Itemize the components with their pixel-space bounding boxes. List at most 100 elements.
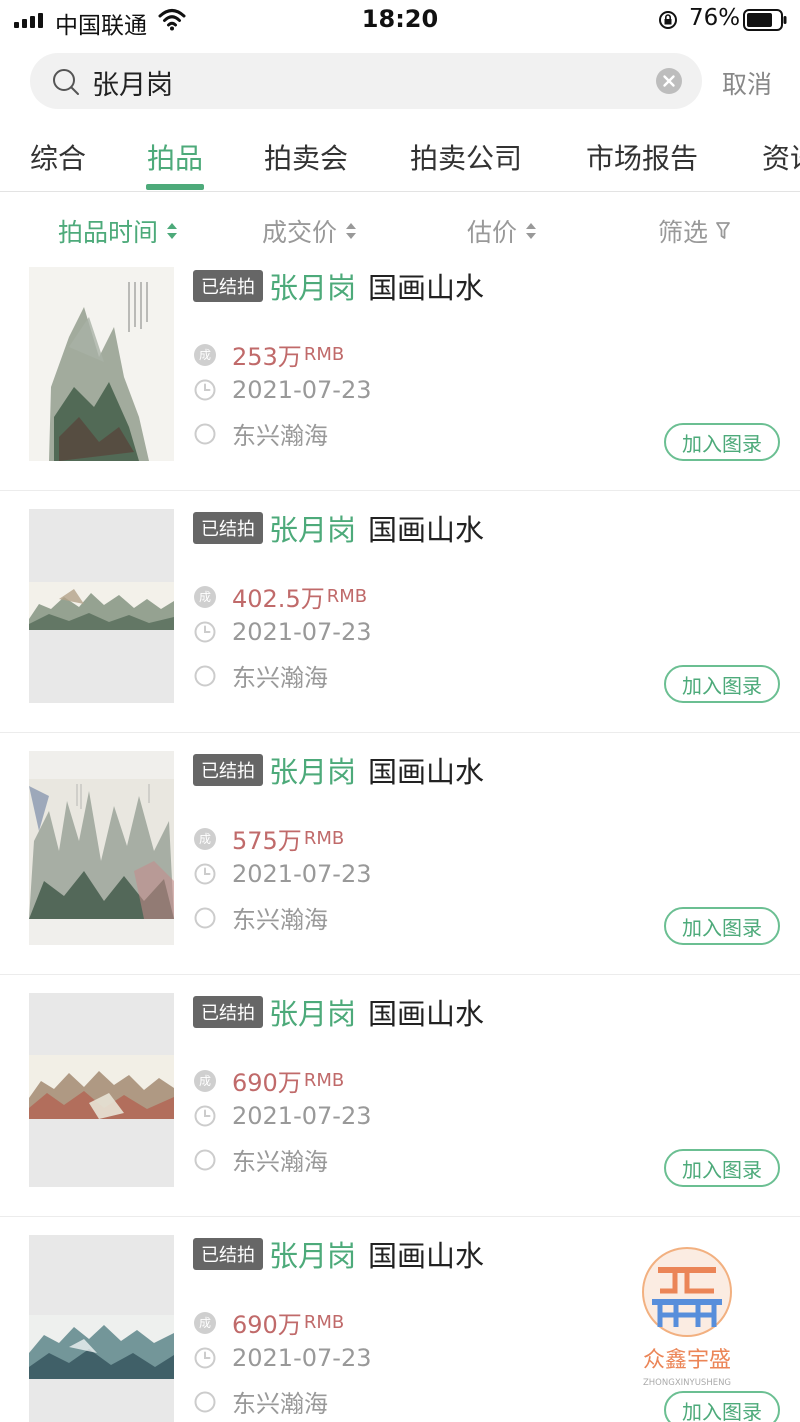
tab-market-reports[interactable]: 市场报告 bbox=[586, 137, 698, 177]
clear-icon[interactable] bbox=[656, 68, 682, 94]
filter-button[interactable]: 筛选 bbox=[658, 213, 730, 249]
sort-time-label: 拍品时间 bbox=[58, 218, 159, 247]
lot-title[interactable]: 已结拍 张月岗 国画山水 bbox=[193, 749, 484, 791]
price-currency: RMB bbox=[326, 586, 368, 607]
watermark-name: 众鑫宇盛 bbox=[643, 1348, 731, 1373]
status-badge: 已结拍 bbox=[193, 996, 263, 1028]
house-name: 东兴瀚海 bbox=[232, 1148, 328, 1176]
tab-lots[interactable]: 拍品 bbox=[147, 137, 203, 177]
price-icon: 成 bbox=[194, 343, 216, 366]
hammer-price: 成 690万 RMB bbox=[194, 1063, 344, 1098]
artist-name: 张月岗 bbox=[269, 513, 357, 547]
add-to-catalog-button[interactable]: 加入图录 bbox=[664, 1391, 780, 1422]
search-input[interactable]: 张月岗 bbox=[92, 63, 173, 102]
price-value: 253万 bbox=[232, 343, 302, 371]
sort-arrows-icon bbox=[167, 223, 178, 239]
sort-price-label: 成交价 bbox=[262, 218, 338, 247]
lot-thumbnail[interactable] bbox=[29, 267, 174, 461]
hammer-price: 成 575万 RMB bbox=[194, 821, 344, 856]
house-name: 东兴瀚海 bbox=[232, 422, 328, 450]
watermark-logo: 众鑫宇盛 ZHONGXINYUSHENG bbox=[642, 1247, 732, 1388]
cancel-button[interactable]: 取消 bbox=[722, 65, 772, 101]
price-currency: RMB bbox=[303, 1070, 345, 1091]
tab-auctions[interactable]: 拍卖会 bbox=[264, 137, 348, 177]
price-currency: RMB bbox=[303, 344, 345, 365]
auction-house: 东兴瀚海 bbox=[194, 416, 328, 451]
sale-date: 2021-07-23 bbox=[194, 618, 371, 646]
price-value: 575万 bbox=[232, 827, 302, 855]
lot-item[interactable]: 已结拍 张月岗 国画山水 成 690万 RMB 2021-07-23 东兴瀚海 … bbox=[0, 975, 800, 1217]
sort-arrows-icon bbox=[346, 223, 357, 239]
sort-arrows-icon bbox=[526, 223, 537, 239]
lot-thumbnail[interactable] bbox=[29, 509, 174, 703]
sort-by-price[interactable]: 成交价 bbox=[262, 213, 357, 249]
sort-by-estimate[interactable]: 估价 bbox=[467, 213, 537, 249]
circle-icon bbox=[194, 907, 216, 928]
sort-estimate-label: 估价 bbox=[467, 218, 518, 247]
lot-item[interactable]: 已结拍 张月岗 国画山水 成 575万 RMB 2021-07-23 东兴瀚海 … bbox=[0, 733, 800, 975]
status-badge: 已结拍 bbox=[193, 754, 263, 786]
date-value: 2021-07-23 bbox=[232, 376, 372, 404]
clock-icon bbox=[194, 1105, 216, 1127]
clock: 18:20 bbox=[361, 5, 439, 33]
tab-auction-houses[interactable]: 拍卖公司 bbox=[410, 137, 522, 177]
battery-percent: 76% bbox=[689, 5, 741, 31]
rotation-lock-icon bbox=[659, 11, 677, 29]
price-icon: 成 bbox=[194, 585, 216, 608]
lot-title[interactable]: 已结拍 张月岗 国画山水 bbox=[193, 265, 484, 307]
filter-icon bbox=[716, 222, 730, 239]
lot-title[interactable]: 已结拍 张月岗 国画山水 bbox=[193, 507, 484, 549]
clock-icon bbox=[194, 379, 216, 401]
lot-item[interactable]: 已结拍 张月岗 国画山水 成 253万 RMB 2021-07-23 东兴瀚海 … bbox=[0, 249, 800, 491]
status-bar: 中国联通 18:20 76% bbox=[0, 0, 800, 40]
lot-title[interactable]: 已结拍 张月岗 国画山水 bbox=[193, 991, 484, 1033]
status-badge: 已结拍 bbox=[193, 512, 263, 544]
date-value: 2021-07-23 bbox=[232, 1344, 372, 1372]
lot-title[interactable]: 已结拍 张月岗 国画山水 bbox=[193, 1233, 484, 1275]
clock-icon bbox=[194, 1347, 216, 1369]
add-to-catalog-button[interactable]: 加入图录 bbox=[664, 907, 780, 945]
lot-item[interactable]: 已结拍 张月岗 国画山水 成 402.5万 RMB 2021-07-23 东兴瀚… bbox=[0, 491, 800, 733]
work-title: 国画山水 bbox=[368, 513, 485, 547]
circle-icon bbox=[194, 423, 216, 444]
price-currency: RMB bbox=[303, 1312, 345, 1333]
work-title: 国画山水 bbox=[368, 755, 485, 789]
work-title: 国画山水 bbox=[368, 997, 485, 1031]
artist-name: 张月岗 bbox=[269, 271, 357, 305]
house-name: 东兴瀚海 bbox=[232, 1390, 328, 1418]
battery-icon bbox=[743, 9, 787, 31]
search-icon bbox=[53, 69, 79, 95]
clock-icon bbox=[194, 863, 216, 885]
lot-thumbnail[interactable] bbox=[29, 751, 174, 945]
search-bar[interactable]: 张月岗 bbox=[30, 53, 702, 109]
artist-name: 张月岗 bbox=[269, 1239, 357, 1273]
watermark-pinyin: ZHONGXINYUSHENG bbox=[643, 1378, 731, 1388]
work-title: 国画山水 bbox=[368, 1239, 485, 1273]
sale-date: 2021-07-23 bbox=[194, 860, 371, 888]
add-to-catalog-button[interactable]: 加入图录 bbox=[664, 665, 780, 703]
sort-by-time[interactable]: 拍品时间 bbox=[58, 213, 178, 249]
date-value: 2021-07-23 bbox=[232, 860, 372, 888]
artist-name: 张月岗 bbox=[269, 997, 357, 1031]
price-icon: 成 bbox=[194, 827, 216, 850]
hammer-price: 成 253万 RMB bbox=[194, 337, 344, 372]
add-to-catalog-button[interactable]: 加入图录 bbox=[664, 423, 780, 461]
price-icon: 成 bbox=[194, 1311, 216, 1334]
auction-house: 东兴瀚海 bbox=[194, 658, 328, 693]
circle-icon bbox=[194, 1149, 216, 1170]
tab-overview[interactable]: 综合 bbox=[30, 137, 86, 177]
add-to-catalog-button[interactable]: 加入图录 bbox=[664, 1149, 780, 1187]
status-badge: 已结拍 bbox=[193, 270, 263, 302]
sale-date: 2021-07-23 bbox=[194, 1102, 371, 1130]
auction-house: 东兴瀚海 bbox=[194, 900, 328, 935]
lot-thumbnail[interactable] bbox=[29, 993, 174, 1187]
circle-icon bbox=[194, 1391, 216, 1412]
circle-icon bbox=[194, 665, 216, 686]
artist-name: 张月岗 bbox=[269, 755, 357, 789]
lot-thumbnail[interactable] bbox=[29, 1235, 174, 1422]
tab-news[interactable]: 资讯 bbox=[762, 137, 800, 177]
hammer-price: 成 402.5万 RMB bbox=[194, 579, 367, 614]
active-tab-indicator bbox=[146, 184, 204, 190]
price-value: 690万 bbox=[232, 1069, 302, 1097]
auction-house: 东兴瀚海 bbox=[194, 1384, 328, 1419]
